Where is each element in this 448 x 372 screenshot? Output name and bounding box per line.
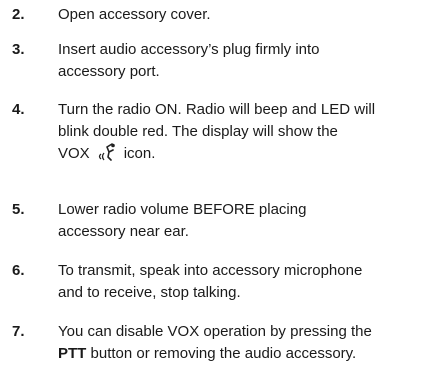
step-line-ptt: PTT button or removing the audio accesso… [58,343,448,365]
step-line: Insert audio accessory’s plug firmly int… [58,41,320,58]
step-text: You can disable VOX operation by pressin… [58,321,448,365]
step-number: 7. [12,323,25,340]
step-line: Turn the radio ON. Radio will beep and L… [58,101,376,118]
vox-icon [96,143,118,161]
step-number: 4. [12,101,25,118]
step-line: accessory near ear. [58,223,189,240]
step-number: 3. [12,41,25,58]
step-number: 2. [12,6,25,23]
step-line: Lower radio volume BEFORE placing [58,201,307,218]
step-line: To transmit, speak into accessory microp… [58,262,363,279]
step-number: 5. [12,201,25,218]
step-line: Open accessory cover. [58,6,211,23]
step-line: You can disable VOX operation by pressin… [58,323,372,340]
vox-icon-suffix: icon. [123,145,156,162]
step-text: Turn the radio ON. Radio will beep and L… [58,99,448,165]
step-line-vox: VOX icon. [58,143,448,165]
ptt-line-rest: button or removing the audio accessory. [86,345,357,362]
step-line: accessory port. [58,63,160,80]
ptt-label: PTT [58,345,87,362]
step-text: To transmit, speak into accessory microp… [58,260,448,304]
vox-label: VOX [58,145,90,162]
step-line: blink double red. The display will show … [58,123,338,140]
step-text: Insert audio accessory’s plug firmly int… [58,39,448,83]
step-text: Lower radio volume BEFORE placing access… [58,199,448,243]
step-line: and to receive, stop talking. [58,284,241,301]
step-text: Open accessory cover. [58,4,448,26]
step-number: 6. [12,262,25,279]
